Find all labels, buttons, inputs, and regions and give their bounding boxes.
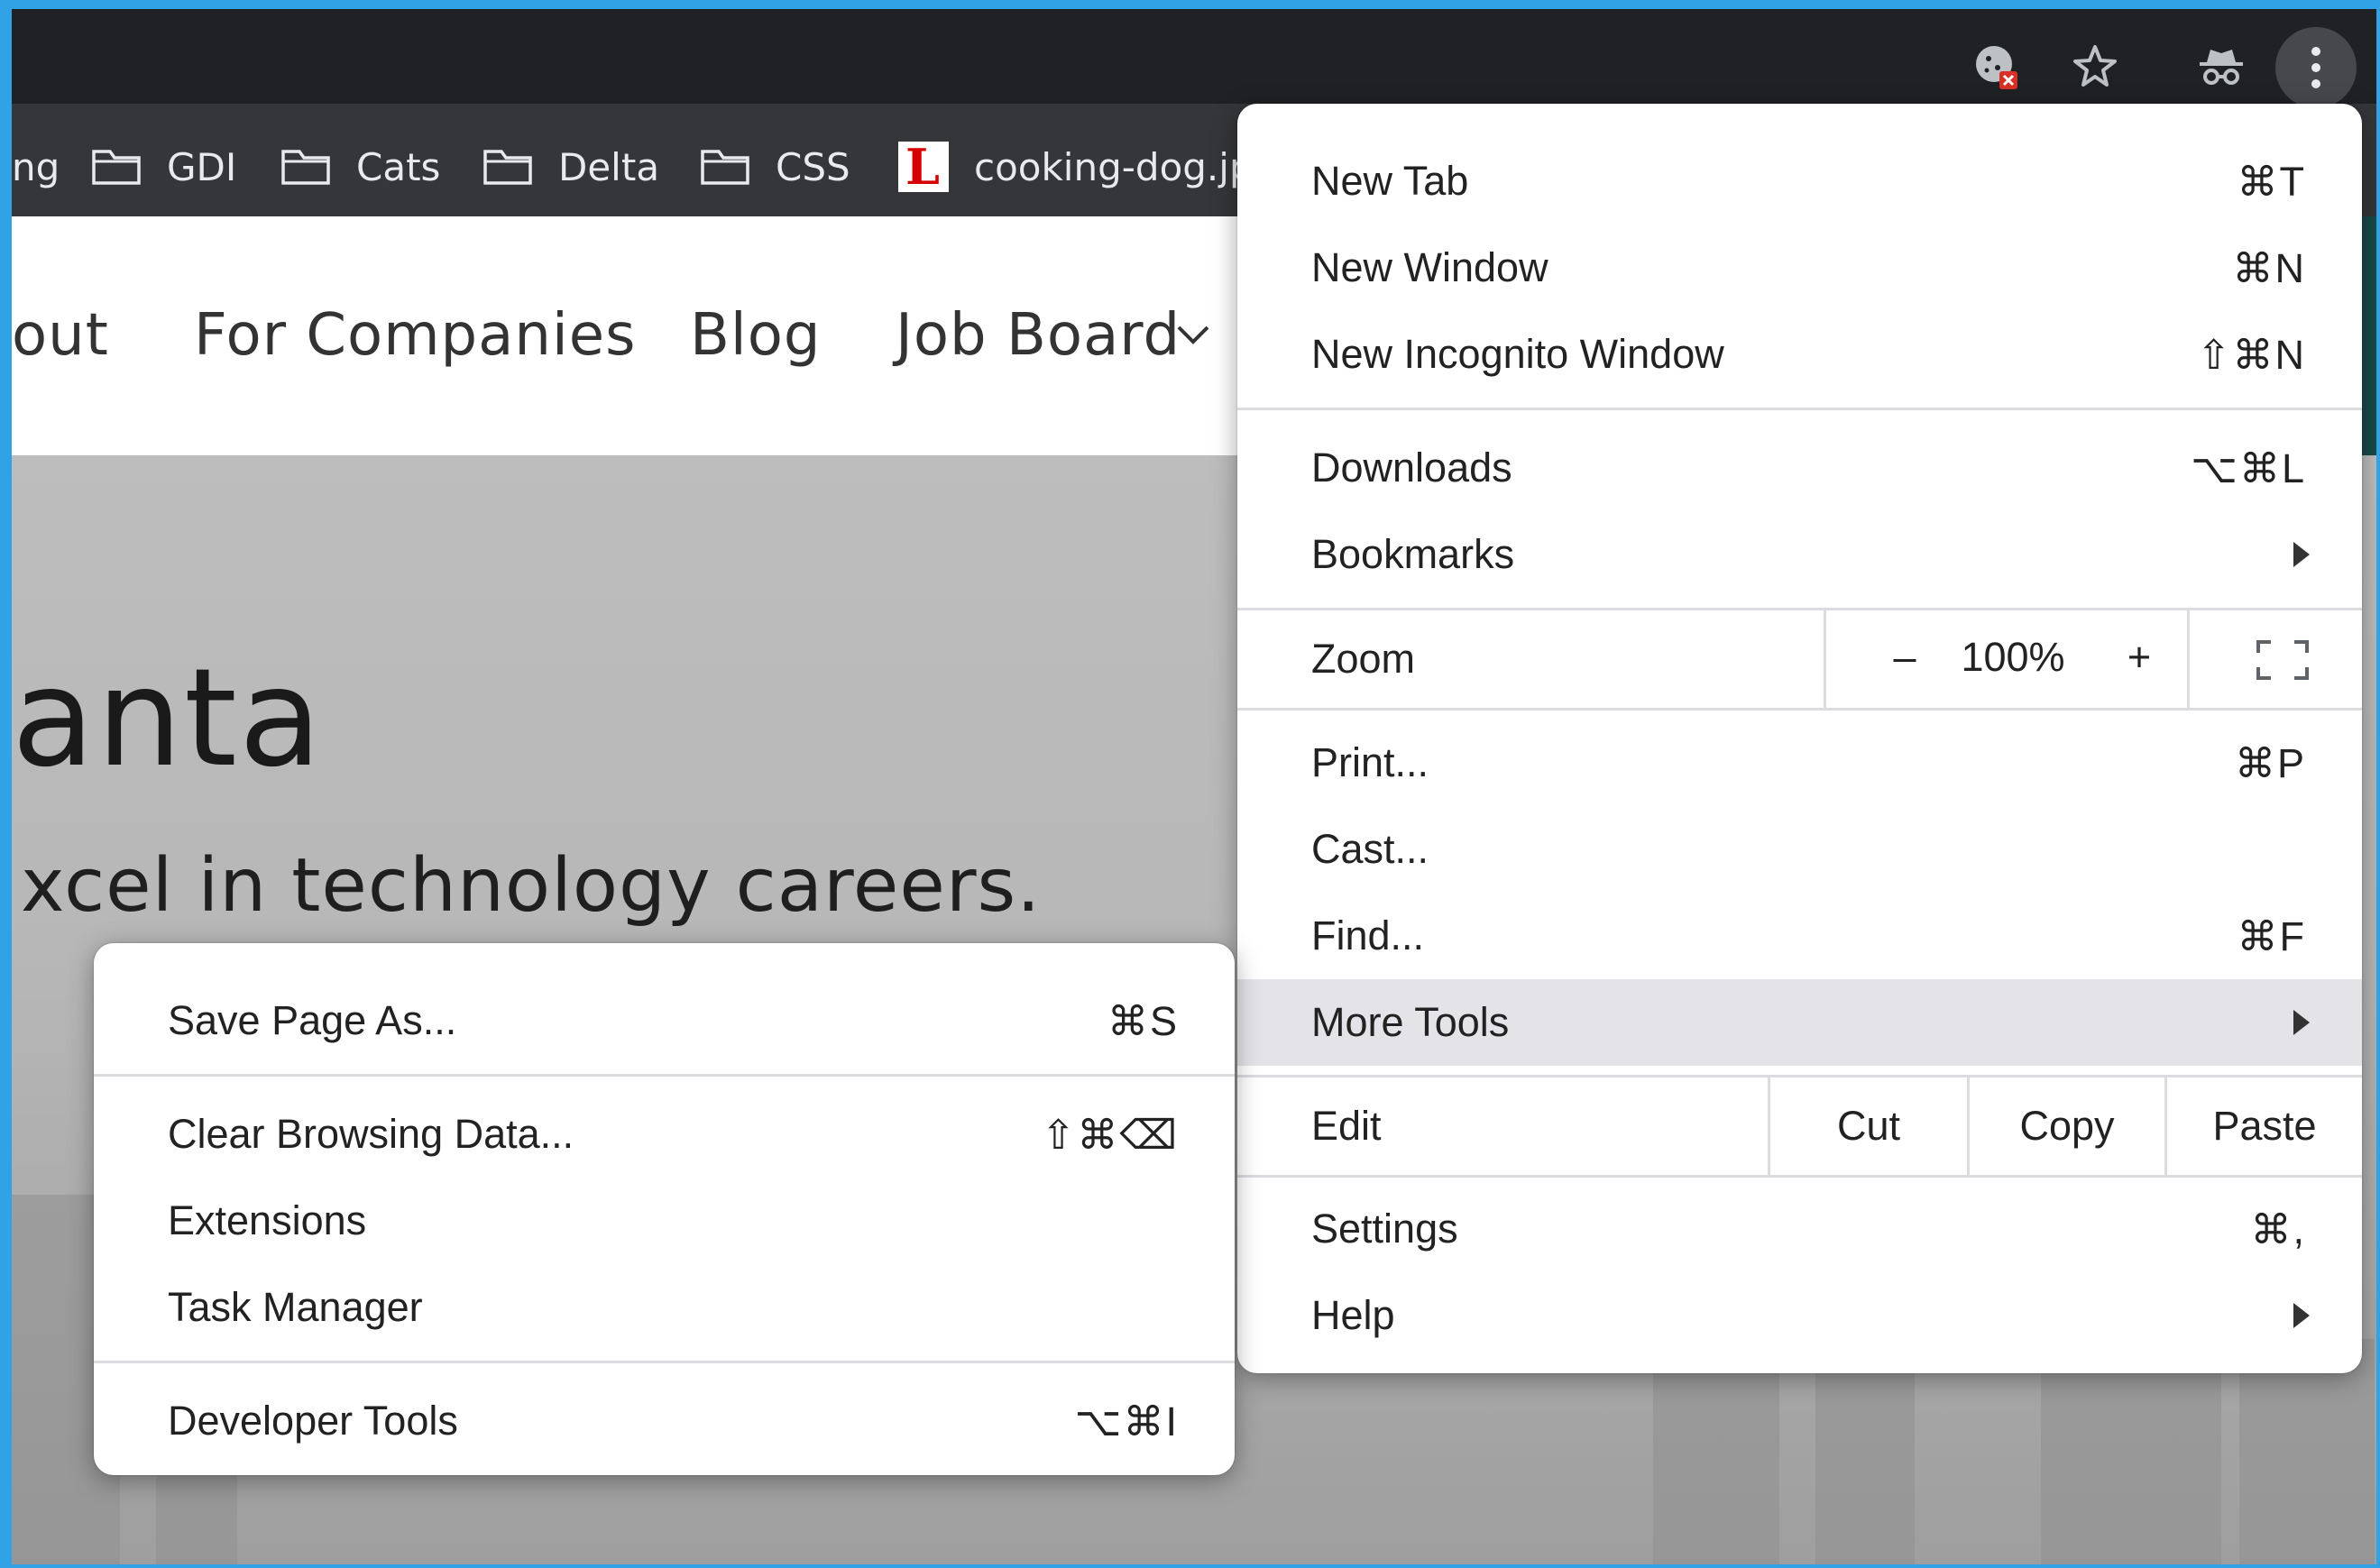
menu-item-label: Developer Tools (168, 1398, 458, 1444)
submenu-item-developer-tools[interactable]: Developer Tools ⌥⌘I (94, 1378, 1235, 1464)
menu-item-label: Settings (1311, 1206, 1458, 1252)
cut-button[interactable]: Cut (1770, 1103, 1967, 1150)
menu-item-label: Zoom (1311, 636, 1416, 682)
menu-item-settings[interactable]: Settings ⌘, (1237, 1186, 2362, 1272)
menu-item-label: Print... (1311, 739, 1429, 785)
menu-item-label: Clear Browsing Data... (168, 1111, 574, 1157)
menu-item-label: Find... (1311, 912, 1425, 958)
chevron-down-icon (1177, 326, 1209, 344)
menu-shortcut: ⌥⌘I (1074, 1398, 1179, 1444)
fullscreen-icon[interactable] (2256, 640, 2309, 680)
menu-item-label: Task Manager (168, 1284, 423, 1330)
submenu-arrow-icon (2293, 1303, 2310, 1328)
hero-title: anta (12, 640, 324, 797)
chrome-main-menu: New Tab ⌘T New Window ⌘N New Incognito W… (1237, 104, 2362, 1373)
menu-shortcut: ⇧⌘N (2196, 331, 2306, 378)
kebab-menu-icon[interactable] (2275, 27, 2357, 108)
menu-item-label: More Tools (1311, 999, 1510, 1045)
bookmark-item[interactable]: ng (12, 140, 60, 194)
paste-button[interactable]: Paste (2167, 1103, 2362, 1150)
menu-item-label: Help (1311, 1292, 1395, 1338)
submenu-arrow-icon (2293, 542, 2310, 567)
menu-item-label: Cast... (1311, 826, 1429, 872)
menu-row-zoom: Zoom (1237, 610, 2362, 708)
cookie-blocked-icon[interactable] (1964, 34, 2027, 97)
menu-item-label: New Window (1311, 244, 1548, 290)
bookmark-folder-gdi[interactable]: GDI (91, 140, 236, 194)
copy-button[interactable]: Copy (1970, 1103, 2164, 1150)
menu-divider (94, 1074, 1235, 1077)
menu-divider (1824, 610, 1826, 708)
submenu-item-task-manager[interactable]: Task Manager (94, 1264, 1235, 1351)
hero-subtitle: xcel in technology careers. (21, 843, 1042, 929)
nav-link-blog[interactable]: Blog (690, 302, 821, 369)
submenu-item-extensions[interactable]: Extensions (94, 1178, 1235, 1264)
folder-icon (701, 150, 749, 185)
menu-divider (2187, 610, 2190, 708)
menu-shortcut: ⇧⌘⌫ (1041, 1111, 1179, 1158)
menu-item-label: Save Page As... (168, 997, 457, 1043)
menu-shortcut: ⌥⌘L (2191, 445, 2306, 491)
zoom-level: 100% (1961, 634, 2065, 680)
menu-shortcut: ⌘P (2234, 739, 2306, 786)
nav-link-job-board[interactable]: Job Board (896, 302, 1181, 369)
nav-link-for-companies[interactable]: For Companies (194, 302, 636, 369)
bookmark-cooking-dog[interactable]: L cooking-dog.jp (898, 138, 1254, 196)
menu-divider (1237, 708, 2362, 711)
menu-item-new-window[interactable]: New Window ⌘N (1237, 225, 2362, 311)
menu-item-cast[interactable]: Cast... (1237, 806, 2362, 893)
menu-shortcut: ⌘F (2237, 912, 2306, 959)
bookmark-folder-delta[interactable]: Delta (482, 140, 659, 194)
star-bookmark-icon[interactable] (2063, 34, 2127, 97)
menu-shortcut: ⌘S (1107, 997, 1179, 1044)
bookmark-label: cooking-dog.jp (974, 144, 1254, 189)
page-accent (2362, 216, 2376, 455)
menu-item-label: Edit (1311, 1103, 1382, 1149)
menu-shortcut: ⌘T (2237, 158, 2306, 205)
browser-window: ng GDI Cats Delta CSS L cooking-dog.jp o… (12, 9, 2376, 1564)
menu-divider (94, 1361, 1235, 1363)
menu-item-downloads[interactable]: Downloads ⌥⌘L (1237, 425, 2362, 511)
bookmark-label: ng (12, 144, 60, 189)
menu-shortcut: ⌘, (2250, 1206, 2306, 1252)
bookmark-label: Cats (356, 144, 441, 189)
menu-item-print[interactable]: Print... ⌘P (1237, 720, 2362, 806)
menu-item-label: New Incognito Window (1311, 331, 1724, 377)
menu-item-label: Bookmarks (1311, 531, 1515, 577)
submenu-item-clear-browsing-data[interactable]: Clear Browsing Data... ⇧⌘⌫ (94, 1091, 1235, 1178)
bookmark-folder-cats[interactable]: Cats (280, 140, 440, 194)
bookmark-label: CSS (776, 144, 850, 189)
menu-item-label: Extensions (168, 1197, 367, 1243)
menu-item-label: Downloads (1311, 445, 1512, 491)
incognito-icon[interactable] (2190, 34, 2253, 97)
favicon-icon: L (898, 138, 949, 196)
folder-icon (92, 150, 141, 185)
submenu-arrow-icon (2293, 1010, 2310, 1035)
menu-item-label: New Tab (1311, 158, 1469, 204)
menu-divider (1237, 408, 2362, 410)
folder-icon (281, 150, 330, 185)
folder-icon (483, 150, 532, 185)
bookmark-label: Delta (558, 144, 660, 189)
bookmark-folder-css[interactable]: CSS (700, 140, 850, 194)
bookmark-label: GDI (167, 144, 237, 189)
menu-item-bookmarks[interactable]: Bookmarks (1237, 511, 2362, 598)
nav-link-about[interactable]: out (12, 302, 109, 369)
menu-item-help[interactable]: Help (1237, 1272, 2362, 1359)
menu-item-new-tab[interactable]: New Tab ⌘T (1237, 138, 2362, 225)
zoom-out-button[interactable]: – (1878, 634, 1932, 681)
menu-item-more-tools[interactable]: More Tools (1237, 979, 2362, 1066)
menu-divider (1237, 1175, 2362, 1178)
more-tools-submenu: Save Page As... ⌘S Clear Browsing Data..… (94, 943, 1235, 1475)
menu-item-find[interactable]: Find... ⌘F (1237, 893, 2362, 979)
menu-item-new-incognito-window[interactable]: New Incognito Window ⇧⌘N (1237, 311, 2362, 398)
zoom-in-button[interactable]: + (2112, 634, 2166, 681)
menu-shortcut: ⌘N (2232, 244, 2306, 291)
submenu-item-save-page-as[interactable]: Save Page As... ⌘S (94, 977, 1235, 1064)
